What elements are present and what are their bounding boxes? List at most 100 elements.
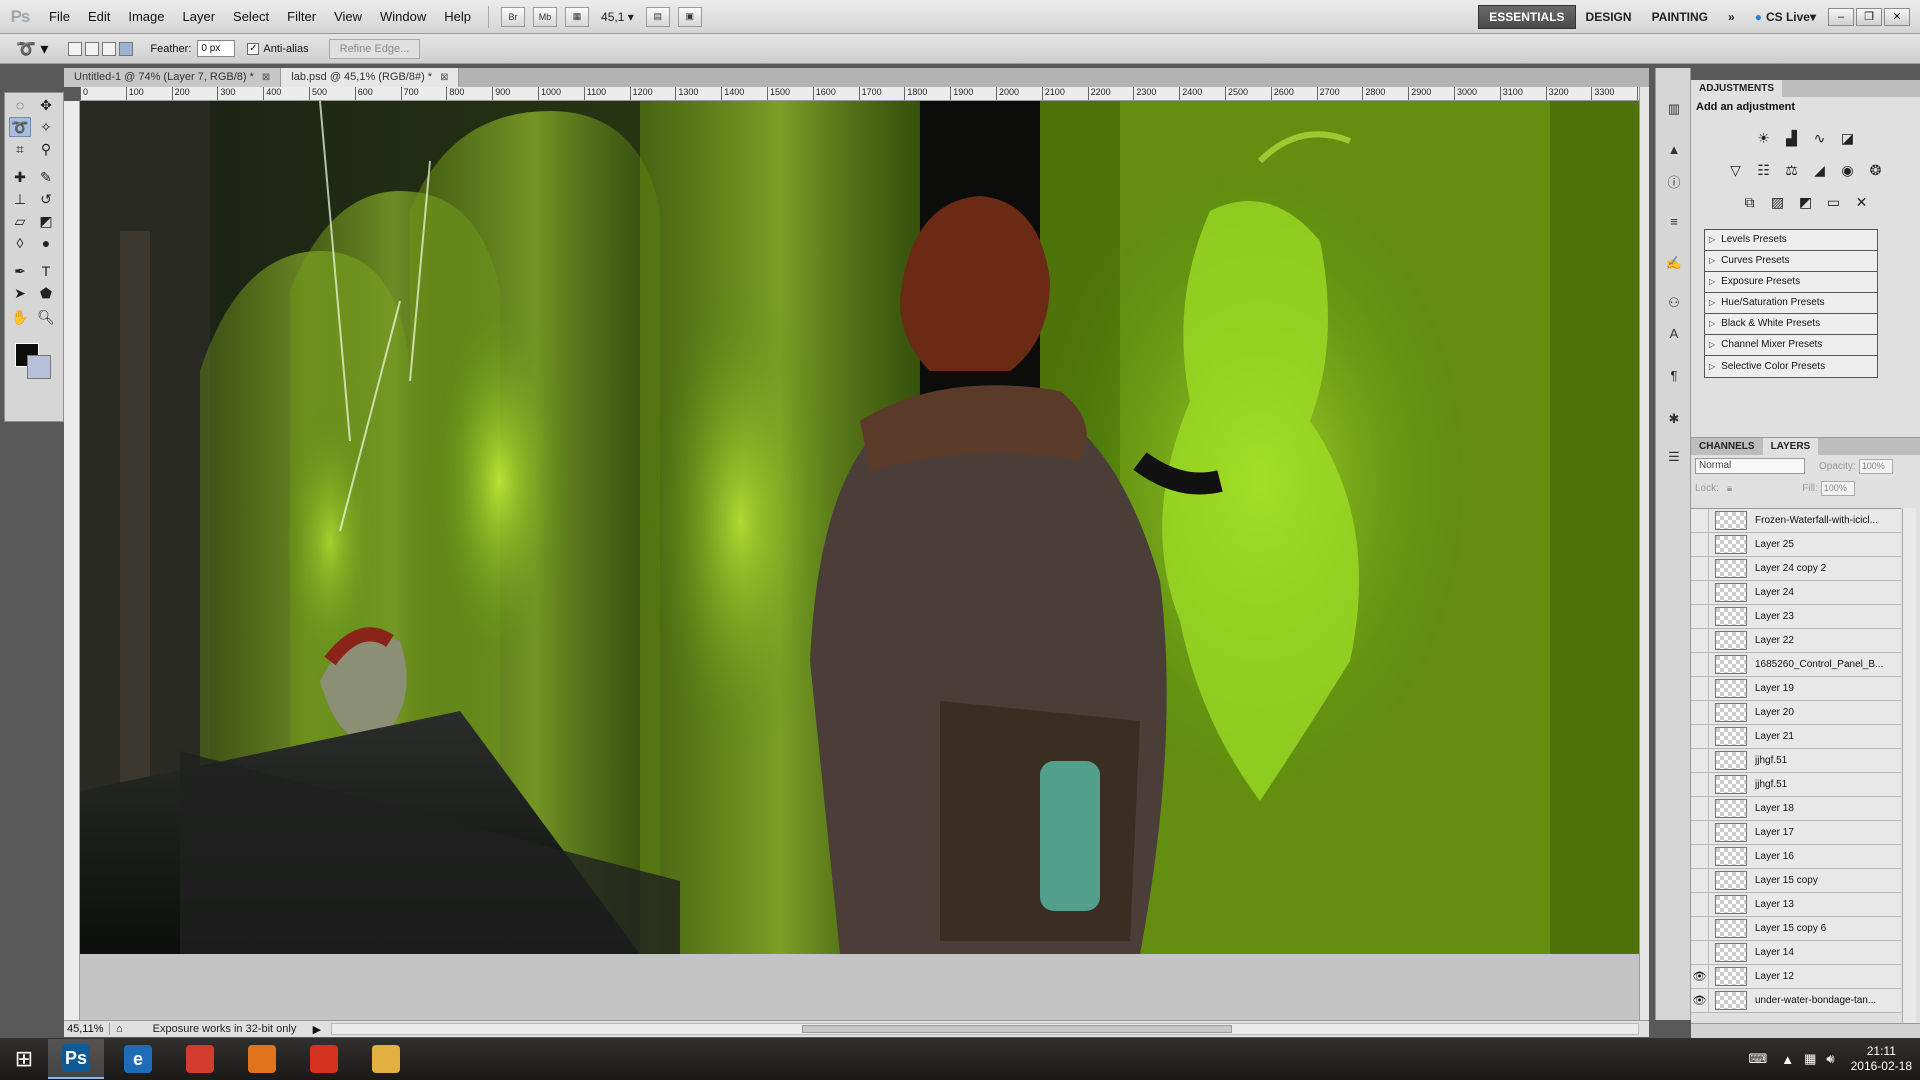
menu-image[interactable]: Image [119, 0, 173, 34]
visibility-eye-icon[interactable] [1691, 748, 1709, 773]
anti-alias-checkbox[interactable]: ✓ Anti-alias [247, 42, 309, 55]
restore-button[interactable]: ❐ [1856, 7, 1882, 26]
layers-scrollbar[interactable] [1902, 508, 1916, 1023]
view-extras-icon[interactable]: ▦ [565, 6, 590, 27]
menu-select[interactable]: Select [224, 0, 278, 34]
visibility-eye-icon[interactable] [1691, 772, 1709, 797]
clone-stamp-icon[interactable]: ⊥ [9, 189, 31, 209]
visibility-eye-icon[interactable] [1691, 724, 1709, 749]
brush-presets-icon[interactable]: ✍ [1665, 254, 1683, 272]
shape-tool-icon[interactable]: ⬟ [35, 283, 57, 303]
magic-wand-icon[interactable]: ✧ [35, 117, 57, 137]
visibility-eye-icon[interactable] [1691, 868, 1709, 893]
posterize-icon[interactable]: ▨ [1767, 191, 1789, 213]
taskbar-app-firefox[interactable] [234, 1039, 290, 1079]
layer-row[interactable]: jjhgf.51 [1691, 772, 1901, 797]
info-icon[interactable]: ⓘ [1665, 172, 1683, 190]
layer-row[interactable]: Layer 24 copy 2 [1691, 556, 1901, 581]
layer-row[interactable]: Layer 13 [1691, 892, 1901, 917]
preset-item[interactable]: ▷ Selective Color Presets [1705, 356, 1877, 377]
visibility-eye-icon[interactable] [1691, 556, 1709, 581]
close-tab-icon[interactable]: ⊠ [440, 68, 448, 87]
layer-row[interactable]: Layer 23 [1691, 604, 1901, 629]
hue-saturation-icon[interactable]: ☷ [1753, 159, 1775, 181]
menu-filter[interactable]: Filter [278, 0, 325, 34]
layer-row[interactable]: Layer 20 [1691, 700, 1901, 725]
layer-row[interactable]: jjhgf.51 [1691, 748, 1901, 773]
tab-document-2[interactable]: lab.psd @ 45,1% (RGB/8#) * ⊠ [281, 68, 460, 87]
blur-tool-icon[interactable]: ◊ [9, 233, 31, 253]
workspace-design-button[interactable]: DESIGN [1576, 5, 1642, 29]
zoom-tool-icon[interactable]: 🔍︎ [35, 307, 57, 327]
preset-item[interactable]: ▷ Channel Mixer Presets [1705, 335, 1877, 356]
visibility-eye-icon[interactable] [1691, 820, 1709, 845]
taskbar-app-ps[interactable]: Ps [48, 1039, 104, 1079]
taskbar-app-chrome[interactable] [172, 1039, 228, 1079]
invert-icon[interactable]: ⧉ [1739, 191, 1761, 213]
visibility-eye-icon[interactable] [1691, 652, 1709, 677]
taskbar-app-smiley[interactable] [296, 1039, 352, 1079]
tab-layers[interactable]: LAYERS [1762, 438, 1819, 455]
start-button[interactable]: ⊞ [0, 1046, 48, 1072]
visibility-eye-icon[interactable]: 👁︎ [1691, 964, 1709, 989]
layer-row[interactable]: Layer 21 [1691, 724, 1901, 749]
curves-icon[interactable]: ∿ [1809, 127, 1831, 149]
menu-help[interactable]: Help [435, 0, 480, 34]
layer-row[interactable]: Frozen-Waterfall-with-icicl... [1691, 509, 1901, 533]
visibility-eye-icon[interactable] [1691, 532, 1709, 557]
eraser-tool-icon[interactable]: ▱ [9, 211, 31, 231]
visibility-eye-icon[interactable] [1691, 628, 1709, 653]
layer-row[interactable]: Layer 19 [1691, 676, 1901, 701]
close-tab-icon[interactable]: ⊠ [262, 68, 270, 87]
clone-source-icon[interactable]: ⚇ [1665, 294, 1683, 312]
menu-layer[interactable]: Layer [174, 0, 225, 34]
layer-row[interactable]: Layer 18 [1691, 796, 1901, 821]
visibility-eye-icon[interactable] [1691, 844, 1709, 869]
network-icon[interactable]: ▦ [1804, 1051, 1816, 1067]
visibility-eye-icon[interactable] [1691, 892, 1709, 917]
lock-icon[interactable]: 🔒︎ [1727, 483, 1732, 494]
taskbar-app-explorer[interactable] [358, 1039, 414, 1079]
menu-file[interactable]: File [40, 0, 79, 34]
pen-tool-icon[interactable]: ✒ [9, 261, 31, 281]
more-workspaces-button[interactable]: » [1718, 5, 1745, 29]
move-tool-icon[interactable]: ✥ [35, 95, 57, 115]
status-zoom[interactable]: 45,11% [64, 1023, 110, 1035]
history-brush-icon[interactable]: ↺ [35, 189, 57, 209]
minimize-button[interactable]: – [1828, 7, 1854, 26]
levels-icon[interactable]: ▟ [1781, 127, 1803, 149]
bridge-button[interactable]: Br [501, 6, 526, 27]
arrange-documents-icon[interactable]: ▤ [645, 6, 670, 27]
gradient-map-icon[interactable]: ▭ [1823, 191, 1845, 213]
actions-icon[interactable]: ≡ [1665, 212, 1683, 230]
new-selection-icon[interactable] [68, 41, 83, 56]
preset-item[interactable]: ▷ Black & White Presets [1705, 314, 1877, 335]
show-hidden-icons[interactable]: ▲ [1781, 1052, 1794, 1067]
menu-view[interactable]: View [325, 0, 371, 34]
lasso-tool-icon[interactable]: ➰ [9, 117, 31, 137]
tab-channels[interactable]: CHANNELS [1691, 438, 1763, 455]
scroll-thumb[interactable] [802, 1025, 1233, 1033]
tab-document-1[interactable]: Untitled-1 @ 74% (Layer 7, RGB/8) * ⊠ [64, 68, 282, 87]
crop-tool-icon[interactable]: ⌗ [9, 139, 31, 159]
mini-bridge-icon[interactable]: ▥ [1665, 100, 1683, 118]
canvas-area[interactable] [80, 101, 1639, 1020]
marquee-tool-icon[interactable]: ◌ [9, 95, 31, 115]
blend-mode-select[interactable]: Normal [1695, 458, 1805, 474]
layer-row[interactable]: Layer 24 [1691, 580, 1901, 605]
canvas-vertical-scrollbar[interactable] [1639, 87, 1649, 1020]
background-color-swatch[interactable] [27, 355, 51, 379]
dodge-tool-icon[interactable]: ● [35, 233, 57, 253]
workspace-essentials-button[interactable]: ESSENTIALS [1478, 4, 1576, 29]
feather-input[interactable]: 0 px [197, 40, 236, 57]
paint-bucket-icon[interactable]: ◩ [35, 211, 57, 231]
close-button[interactable]: ✕ [1884, 7, 1910, 26]
layer-row[interactable]: Layer 14 [1691, 940, 1901, 965]
keyboard-icon[interactable]: ⌨ [1748, 1051, 1767, 1067]
layer-row[interactable]: Layer 25 [1691, 532, 1901, 557]
add-selection-icon[interactable] [85, 41, 100, 56]
preset-item[interactable]: ▷ Exposure Presets [1705, 272, 1877, 293]
exposure-icon[interactable]: ◪ [1837, 127, 1859, 149]
path-selection-icon[interactable]: ➤ [9, 283, 31, 303]
screen-mode-icon[interactable]: ▣ [677, 6, 702, 27]
